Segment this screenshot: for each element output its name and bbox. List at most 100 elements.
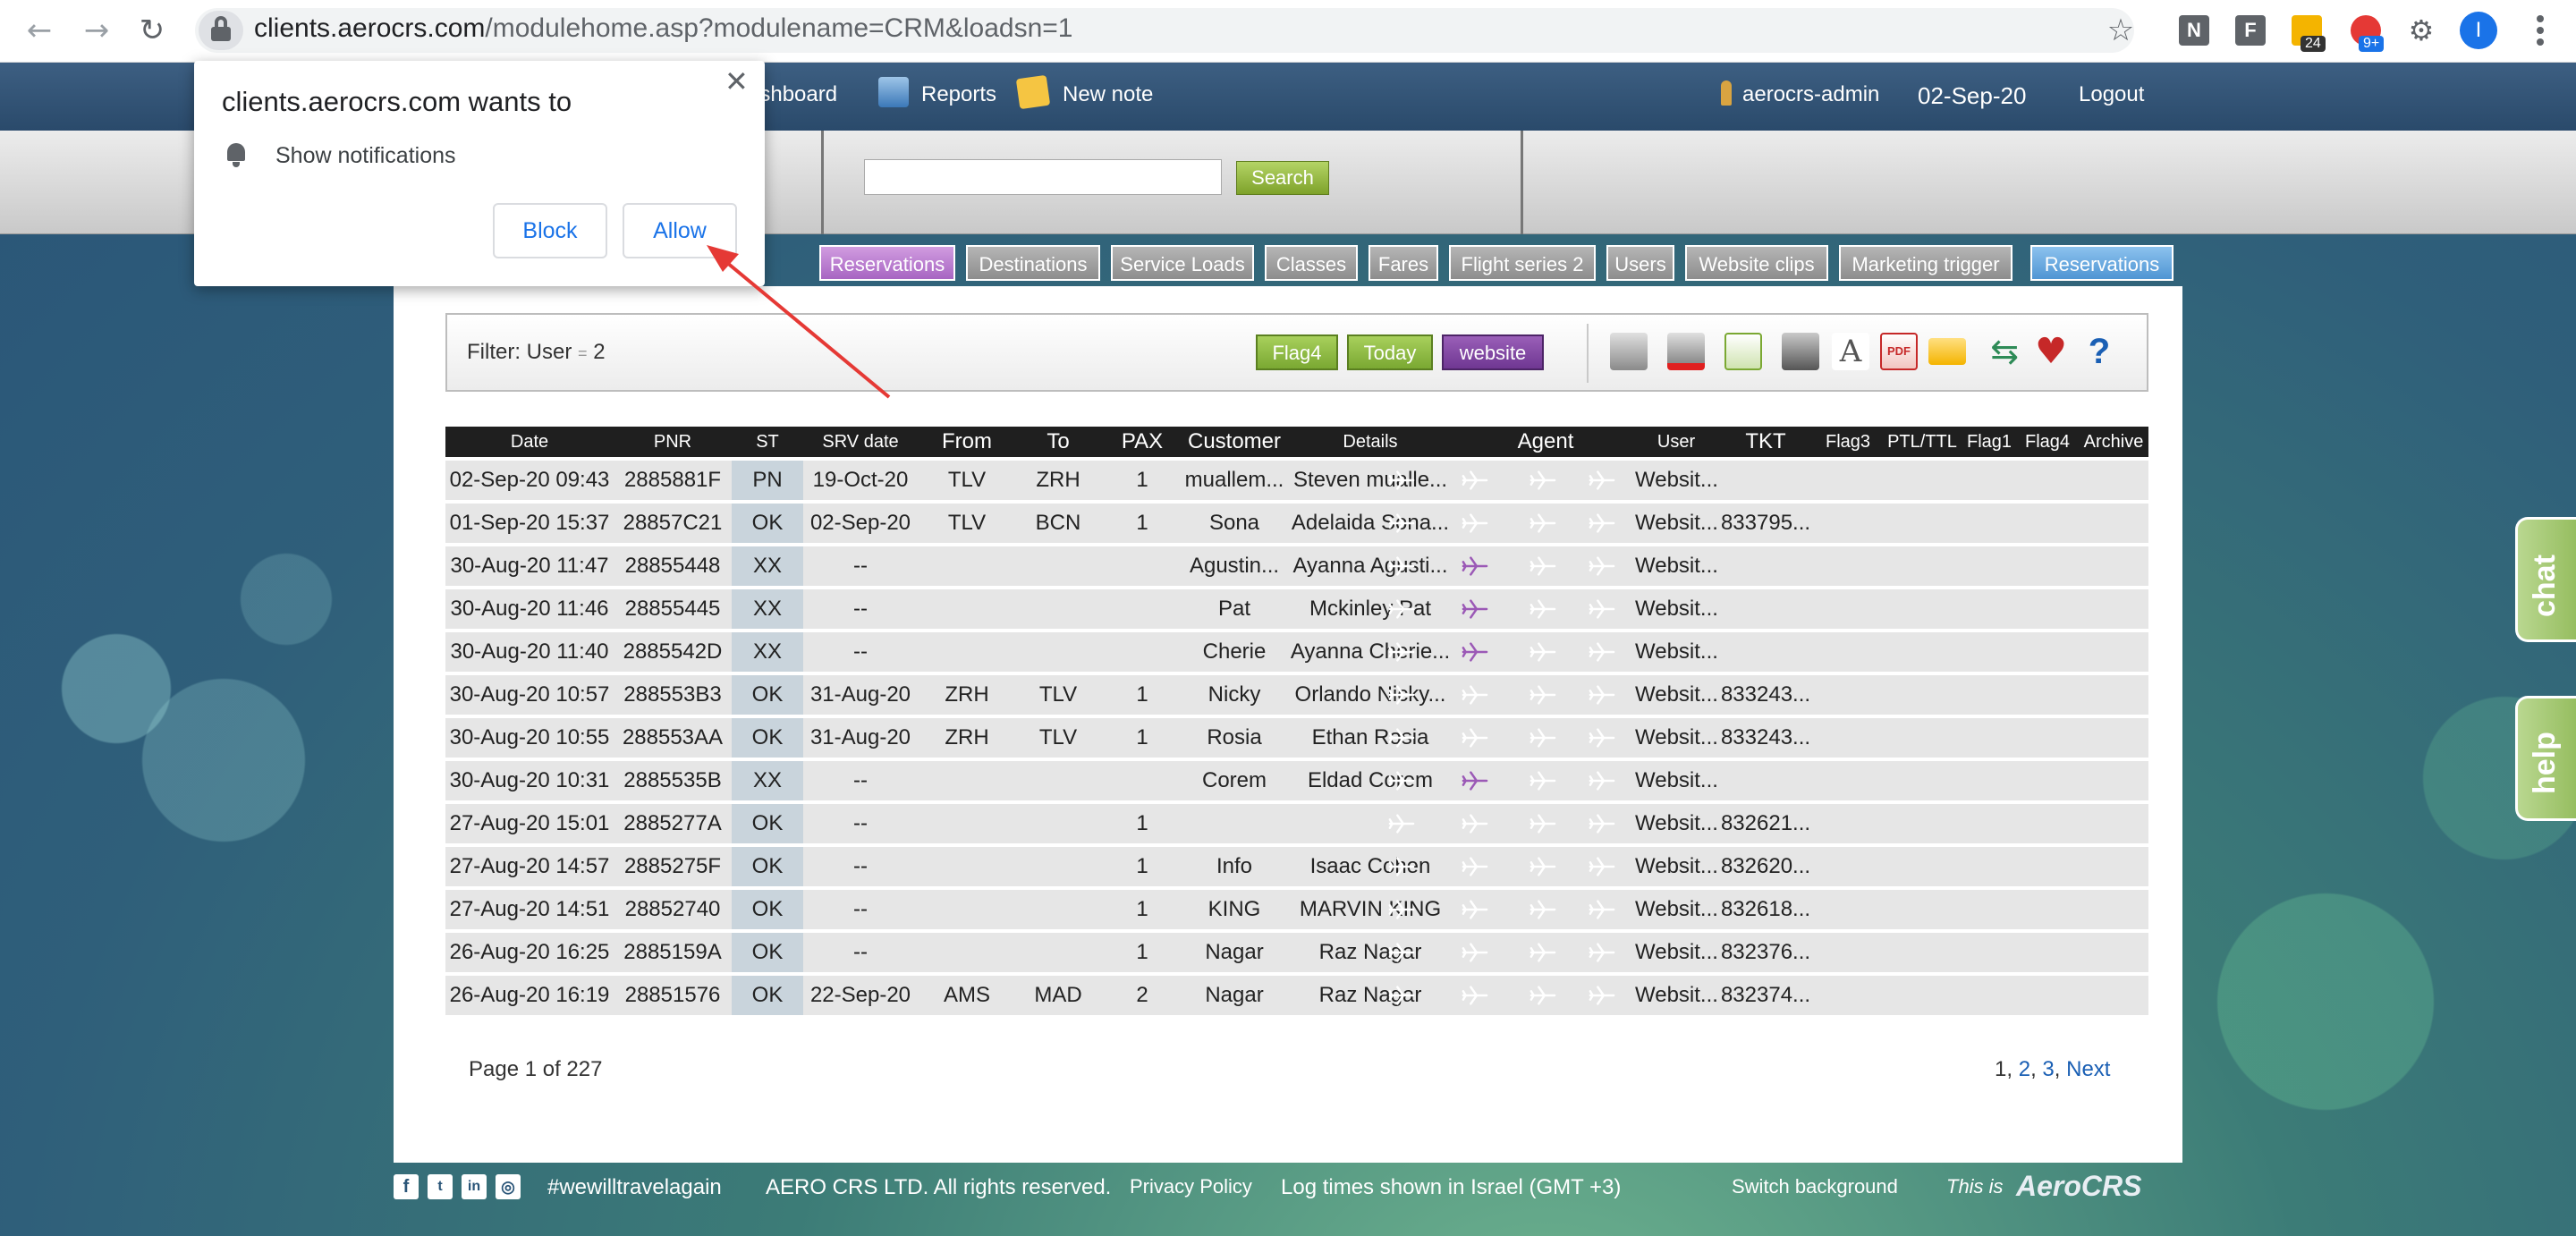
header-username[interactable]: aerocrs-admin [1742,82,1879,107]
heart-icon[interactable]: ♥ [2032,333,2070,370]
flag1-plane-icon[interactable] [1530,899,1556,920]
flag3-plane-icon[interactable] [1388,598,1415,620]
flag1-plane-icon[interactable] [1530,470,1556,491]
table-row[interactable]: 30-Aug-20 11:47 28855448 XX -- Agustin... Aya… [445,546,2148,586]
column-header[interactable]: Details [1284,427,1456,457]
extensions-puzzle-icon[interactable]: ⚙ [2406,15,2436,46]
back-icon[interactable]: ← [21,13,57,48]
ptl-ttl-plane-icon[interactable] [1462,470,1488,491]
flag3-plane-icon[interactable] [1388,727,1415,749]
switch-background-link[interactable]: Switch background [1732,1175,1898,1198]
flag3-plane-icon[interactable] [1388,470,1415,491]
filter-website-button[interactable]: website [1442,334,1544,370]
page-link[interactable]: 2 [2019,1057,2030,1081]
tab-service-loads[interactable]: Service Loads [1111,245,1254,281]
search-input[interactable] [864,159,1222,195]
flag3-plane-icon[interactable] [1388,555,1415,577]
refresh-icon[interactable]: ⇆ [1986,333,2023,370]
help-icon[interactable]: ? [2080,333,2118,370]
column-header[interactable]: SRV date [803,427,918,457]
tab-destinations[interactable]: Destinations [966,245,1100,281]
column-header[interactable]: To [1016,427,1100,457]
filter-today-button[interactable]: Today [1347,334,1433,370]
flag1-plane-icon[interactable] [1530,985,1556,1006]
tab-flight-series-2[interactable]: Flight series 2 [1449,245,1596,281]
flag1-plane-icon[interactable] [1530,727,1556,749]
print-icon[interactable] [1782,333,1819,370]
url-text[interactable]: clients.aerocrs.com/modulehome.asp?modul… [254,13,1072,44]
flag4-plane-icon[interactable] [1589,985,1615,1006]
flag1-plane-icon[interactable] [1530,813,1556,834]
twitter-icon[interactable]: t [428,1174,453,1199]
notion-extension-icon[interactable]: N [2179,15,2209,46]
forward-icon[interactable]: → [79,13,114,48]
allow-button[interactable]: Allow [623,203,737,258]
bookmark-star-icon[interactable]: ☆ [2106,15,2136,46]
ptl-ttl-plane-icon[interactable] [1462,727,1488,749]
column-header[interactable]: From [918,427,1016,457]
profile-avatar[interactable]: I [2460,12,2497,49]
column-header[interactable]: Flag3 [1814,427,1882,457]
flag1-plane-icon[interactable] [1530,942,1556,963]
table-row[interactable]: 26-Aug-20 16:19 28851576 OK 22-Sep-20 AMS MAD… [445,976,2148,1015]
tab-classes[interactable]: Classes [1265,245,1358,281]
new-note-icon[interactable] [1015,74,1051,110]
flag3-plane-icon[interactable] [1388,942,1415,963]
flag4-plane-icon[interactable] [1589,770,1615,792]
column-header[interactable]: TKT [1717,427,1814,457]
browser-menu-icon[interactable] [2531,13,2549,48]
table-row[interactable]: 01-Sep-20 15:37 28857C21 OK 02-Sep-20 TLV BCN… [445,504,2148,543]
table-row[interactable]: 30-Aug-20 10:31 2885535B XX -- Corem Eldad Co… [445,761,2148,800]
tab-website-clips[interactable]: Website clips [1685,245,1828,281]
table-row[interactable]: 30-Aug-20 11:46 28855445 XX -- Pat Mckinley P… [445,589,2148,629]
ptl-ttl-plane-icon[interactable] [1462,813,1488,834]
ptl-ttl-plane-icon[interactable] [1462,942,1488,963]
block-button[interactable]: Block [493,203,607,258]
column-header[interactable]: PNR [614,427,732,457]
nav-reports[interactable]: Reports [921,82,996,107]
column-header[interactable]: Flag4 [2016,427,2079,457]
tab-marketing-trigger[interactable]: Marketing trigger [1839,245,2012,281]
tab-reservations[interactable]: Reservations [819,245,955,281]
table-row[interactable]: 30-Aug-20 10:57 288553B3 OK 31-Aug-20 ZRH TLV… [445,675,2148,715]
ptl-ttl-plane-icon[interactable] [1462,770,1488,792]
facebook-icon[interactable]: f [394,1174,419,1199]
flag4-plane-icon[interactable] [1589,555,1615,577]
flag1-plane-icon[interactable] [1530,598,1556,620]
email-icon[interactable] [1928,338,1966,365]
database-icon[interactable] [1610,333,1648,370]
ptl-ttl-plane-icon[interactable] [1462,641,1488,663]
ptl-ttl-plane-icon[interactable] [1462,684,1488,706]
table-row[interactable]: 30-Aug-20 11:40 2885542D XX -- Cherie Ayanna … [445,632,2148,672]
flag1-plane-icon[interactable] [1530,555,1556,577]
next-page-link[interactable]: Next [2066,1057,2110,1081]
column-header[interactable]: Flag1 [1962,427,2016,457]
column-header[interactable]: User [1635,427,1717,457]
column-header[interactable]: Archive [2079,427,2148,457]
f-extension-icon[interactable]: F [2235,15,2266,46]
ptl-ttl-plane-icon[interactable] [1462,899,1488,920]
column-header[interactable]: Customer [1184,427,1284,457]
flag4-plane-icon[interactable] [1589,942,1615,963]
column-header[interactable]: PTL/TTL [1882,427,1962,457]
flag4-plane-icon[interactable] [1589,598,1615,620]
tab-reservations-blue[interactable]: Reservations [2030,245,2174,281]
table-row[interactable]: 02-Sep-20 09:43 2885881F PN 19-Oct-20 TLV ZRH… [445,461,2148,500]
nav-new-note[interactable]: New note [1063,82,1153,107]
flag3-plane-icon[interactable] [1388,770,1415,792]
delete-icon[interactable] [1667,333,1705,370]
flag4-plane-icon[interactable] [1589,813,1615,834]
search-button[interactable]: Search [1236,161,1329,195]
flag4-plane-icon[interactable] [1589,684,1615,706]
flag3-plane-icon[interactable] [1388,899,1415,920]
flag4-plane-icon[interactable] [1589,727,1615,749]
flag4-plane-icon[interactable] [1589,899,1615,920]
reload-icon[interactable]: ↻ [134,13,170,48]
pdf-icon[interactable]: PDF [1880,333,1918,370]
linkedin-icon[interactable]: in [462,1174,487,1199]
reports-icon[interactable] [878,77,909,107]
export-icon[interactable] [1724,333,1762,370]
tab-fares[interactable]: Fares [1368,245,1438,281]
close-icon[interactable]: ✕ [724,64,749,98]
flag1-plane-icon[interactable] [1530,684,1556,706]
